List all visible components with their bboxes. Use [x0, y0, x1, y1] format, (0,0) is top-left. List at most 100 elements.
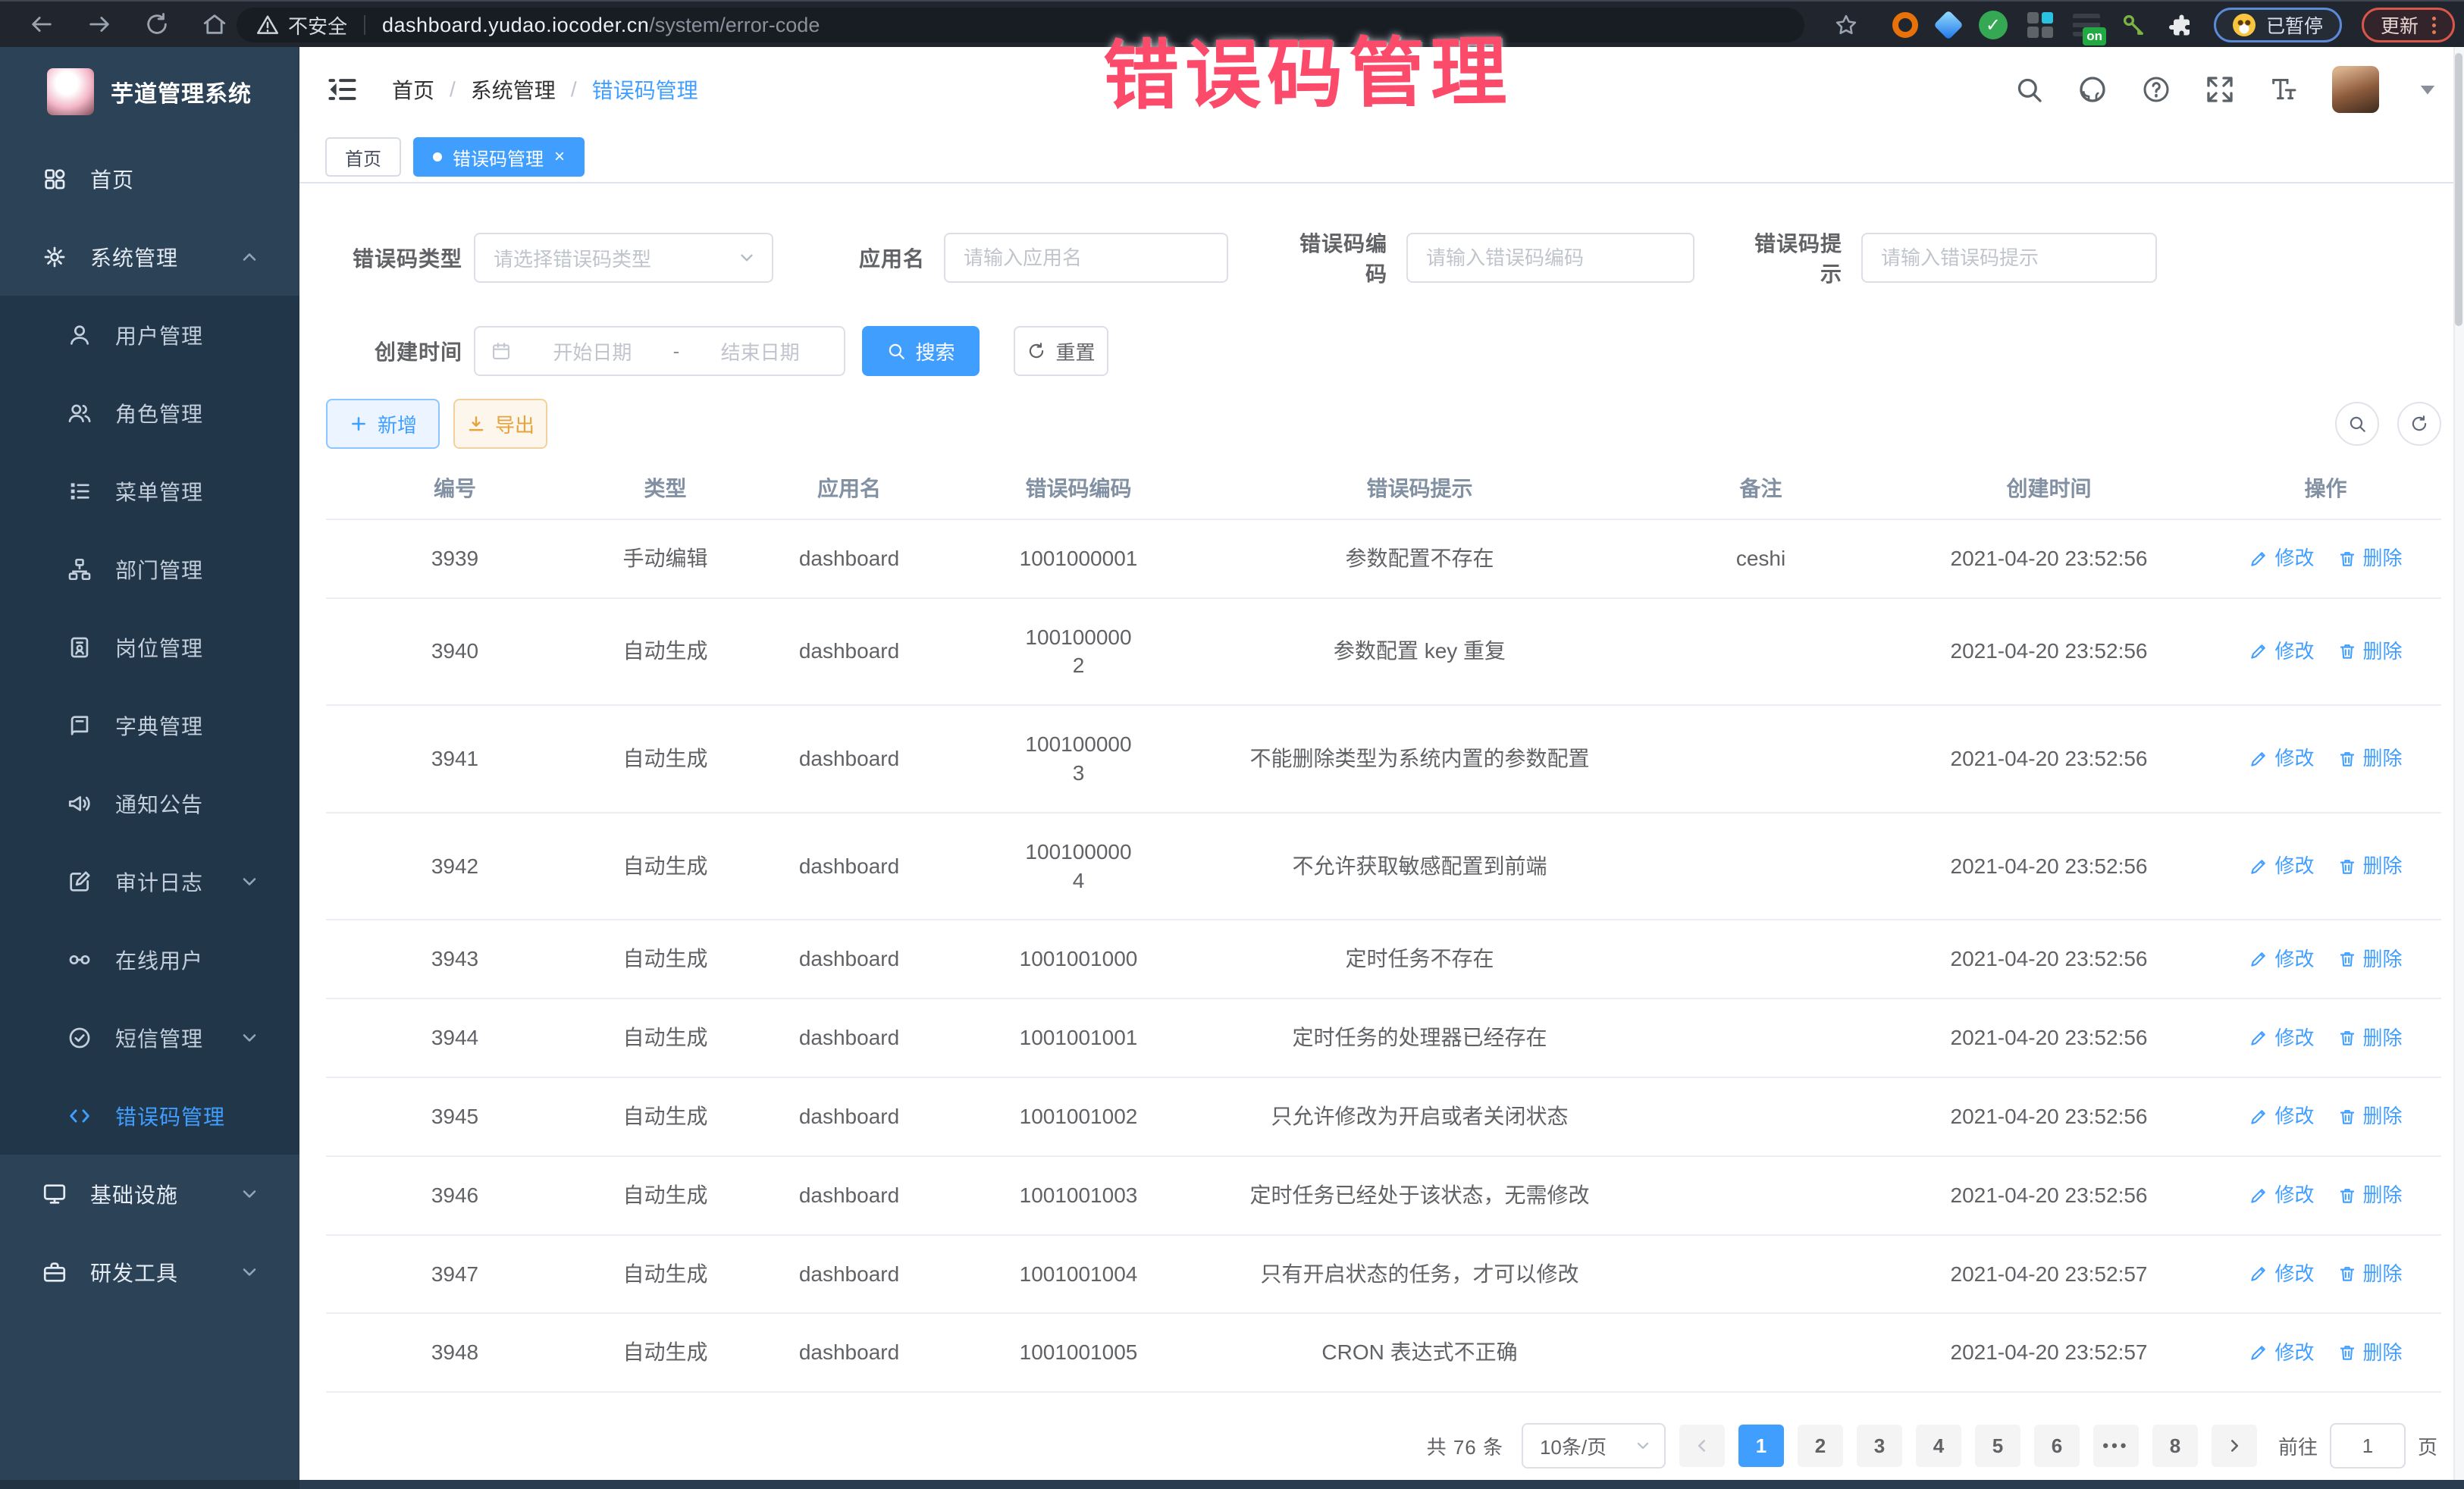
extension-key-icon[interactable] — [2120, 11, 2147, 39]
sidebar-item[interactable]: 错误码管理 — [0, 1077, 299, 1155]
edit-link[interactable]: 修改 — [2249, 1103, 2314, 1130]
extension-gem-icon[interactable] — [1933, 10, 1964, 40]
page-button[interactable]: 8 — [2152, 1425, 2198, 1467]
font-size-icon[interactable] — [2268, 74, 2299, 105]
sidebar-item[interactable]: 审计日志 — [0, 842, 299, 920]
edit-link[interactable]: 修改 — [2249, 946, 2314, 973]
sidebar-item-label: 菜单管理 — [115, 476, 203, 506]
delete-link[interactable]: 删除 — [2337, 1103, 2403, 1130]
extensions-puzzle-icon[interactable] — [2167, 11, 2194, 39]
column-header: 类型 — [584, 459, 747, 519]
delete-link[interactable]: 删除 — [2337, 1261, 2403, 1287]
sidebar-item[interactable]: 字典管理 — [0, 686, 299, 764]
page-size-select[interactable]: 10条/页 — [1522, 1423, 1666, 1469]
date-range-picker[interactable]: 开始日期 - 结束日期 — [474, 326, 845, 376]
extension-check-icon[interactable]: ✓ — [1979, 11, 2008, 39]
caret-down-icon[interactable] — [2412, 74, 2443, 105]
github-icon[interactable] — [2077, 74, 2108, 105]
delete-link[interactable]: 删除 — [2337, 946, 2403, 973]
browser-home-icon[interactable] — [202, 11, 227, 37]
cell-code: 1001001004 — [951, 1236, 1205, 1313]
page-button[interactable]: 6 — [2034, 1425, 2080, 1467]
extension-on-icon[interactable]: on — [2073, 14, 2100, 36]
tag-tab[interactable]: 首页 — [325, 137, 401, 177]
tags-view-bar: 首页 错误码管理 × — [299, 132, 2464, 183]
edit-link[interactable]: 修改 — [2249, 1340, 2314, 1366]
edit-link[interactable]: 修改 — [2249, 545, 2314, 572]
edit-link[interactable]: 修改 — [2249, 853, 2314, 879]
delete-link[interactable]: 删除 — [2337, 638, 2403, 665]
search-icon[interactable] — [2014, 74, 2044, 105]
delete-link[interactable]: 删除 — [2337, 1182, 2403, 1208]
toggle-search-button[interactable] — [2335, 402, 2379, 446]
page-buttons: 123456 ••• 8 — [1738, 1425, 2198, 1467]
app-name-input[interactable] — [945, 234, 1227, 281]
edit-link[interactable]: 修改 — [2249, 1025, 2314, 1052]
sidebar-item[interactable]: 部门管理 — [0, 530, 299, 608]
sidebar-item[interactable]: 研发工具 — [0, 1233, 299, 1311]
delete-link[interactable]: 删除 — [2337, 1340, 2403, 1366]
error-type-select[interactable]: 请选择错误码类型 — [474, 233, 773, 283]
error-msg-input[interactable] — [1863, 234, 2155, 281]
collapse-sidebar-icon[interactable] — [325, 73, 359, 106]
table-row: 3941 自动生成 dashboard 100100000 3 不能删除类型为系… — [326, 706, 2441, 813]
sidebar-item[interactable]: 通知公告 — [0, 764, 299, 842]
goto-page-input[interactable] — [2331, 1425, 2404, 1467]
edit-link[interactable]: 修改 — [2249, 638, 2314, 665]
next-page-button[interactable] — [2212, 1425, 2257, 1467]
avatar[interactable] — [2332, 66, 2379, 113]
export-button[interactable]: 导出 — [453, 399, 547, 449]
page-button[interactable]: 3 — [1857, 1425, 1902, 1467]
browser-reload-icon[interactable] — [144, 11, 170, 37]
breadcrumb-item[interactable]: 首页 — [392, 74, 434, 105]
edit-link[interactable]: 修改 — [2249, 1261, 2314, 1287]
error-code-input[interactable] — [1408, 234, 1693, 281]
refresh-table-button[interactable] — [2397, 402, 2441, 446]
paused-extension-pill[interactable]: 已暂停 — [2214, 8, 2342, 42]
refresh-icon — [2409, 414, 2429, 434]
close-icon[interactable]: × — [554, 148, 565, 166]
edit-link[interactable]: 修改 — [2249, 1182, 2314, 1208]
edit-link[interactable]: 修改 — [2249, 745, 2314, 772]
breadcrumb-item[interactable]: 系统管理 — [471, 74, 556, 105]
logo-row[interactable]: 芋道管理系统 — [0, 47, 299, 136]
address-bar[interactable]: 不安全 dashboard.yudao.iocoder.cn /system/e… — [237, 8, 1804, 42]
delete-link[interactable]: 删除 — [2337, 545, 2403, 572]
scrollbar-track[interactable] — [2453, 47, 2464, 1480]
prev-page-button[interactable] — [1679, 1425, 1725, 1467]
delete-link[interactable]: 删除 — [2337, 853, 2403, 879]
fullscreen-icon[interactable] — [2205, 74, 2235, 105]
sidebar-item[interactable]: 基础设施 — [0, 1155, 299, 1233]
sidebar-item[interactable]: 在线用户 — [0, 920, 299, 998]
sidebar-item[interactable]: 岗位管理 — [0, 608, 299, 686]
browser-back-icon[interactable] — [29, 11, 55, 37]
update-button[interactable]: 更新 — [2362, 8, 2455, 42]
page-button[interactable]: 2 — [1798, 1425, 1843, 1467]
sidebar-item[interactable]: 短信管理 — [0, 998, 299, 1077]
more-pages-button[interactable]: ••• — [2093, 1425, 2139, 1467]
scrollbar-thumb[interactable] — [2455, 53, 2462, 326]
page-button[interactable]: 5 — [1975, 1425, 2020, 1467]
table-row: 3947 自动生成 dashboard 1001001004 只有开启状态的任务… — [326, 1236, 2441, 1315]
bookmark-star-icon[interactable] — [1833, 12, 1859, 38]
reset-button[interactable]: 重置 — [1014, 326, 1108, 376]
page-button[interactable]: 1 — [1738, 1425, 1784, 1467]
cell-remark — [1634, 999, 1888, 1077]
extension-orange-icon[interactable] — [1892, 12, 1918, 38]
sidebar-item[interactable]: 首页 — [0, 139, 299, 218]
sidebar-item[interactable]: 系统管理 — [0, 218, 299, 296]
delete-link[interactable]: 删除 — [2337, 745, 2403, 772]
page-button[interactable]: 4 — [1916, 1425, 1961, 1467]
search-button[interactable]: 搜索 — [862, 326, 980, 376]
chevron-down-icon — [1634, 1437, 1652, 1455]
sidebar-item[interactable]: 角色管理 — [0, 374, 299, 452]
sidebar-item[interactable]: 菜单管理 — [0, 452, 299, 530]
tag-tab[interactable]: 错误码管理 × — [413, 137, 585, 177]
extension-grid-icon[interactable] — [2027, 12, 2053, 38]
help-icon[interactable] — [2141, 74, 2171, 105]
sidebar-item[interactable]: 用户管理 — [0, 296, 299, 374]
delete-link[interactable]: 删除 — [2337, 1025, 2403, 1052]
browser-forward-icon[interactable] — [86, 11, 112, 37]
add-button[interactable]: 新增 — [326, 399, 440, 449]
kebab-menu-icon[interactable] — [2432, 17, 2436, 34]
